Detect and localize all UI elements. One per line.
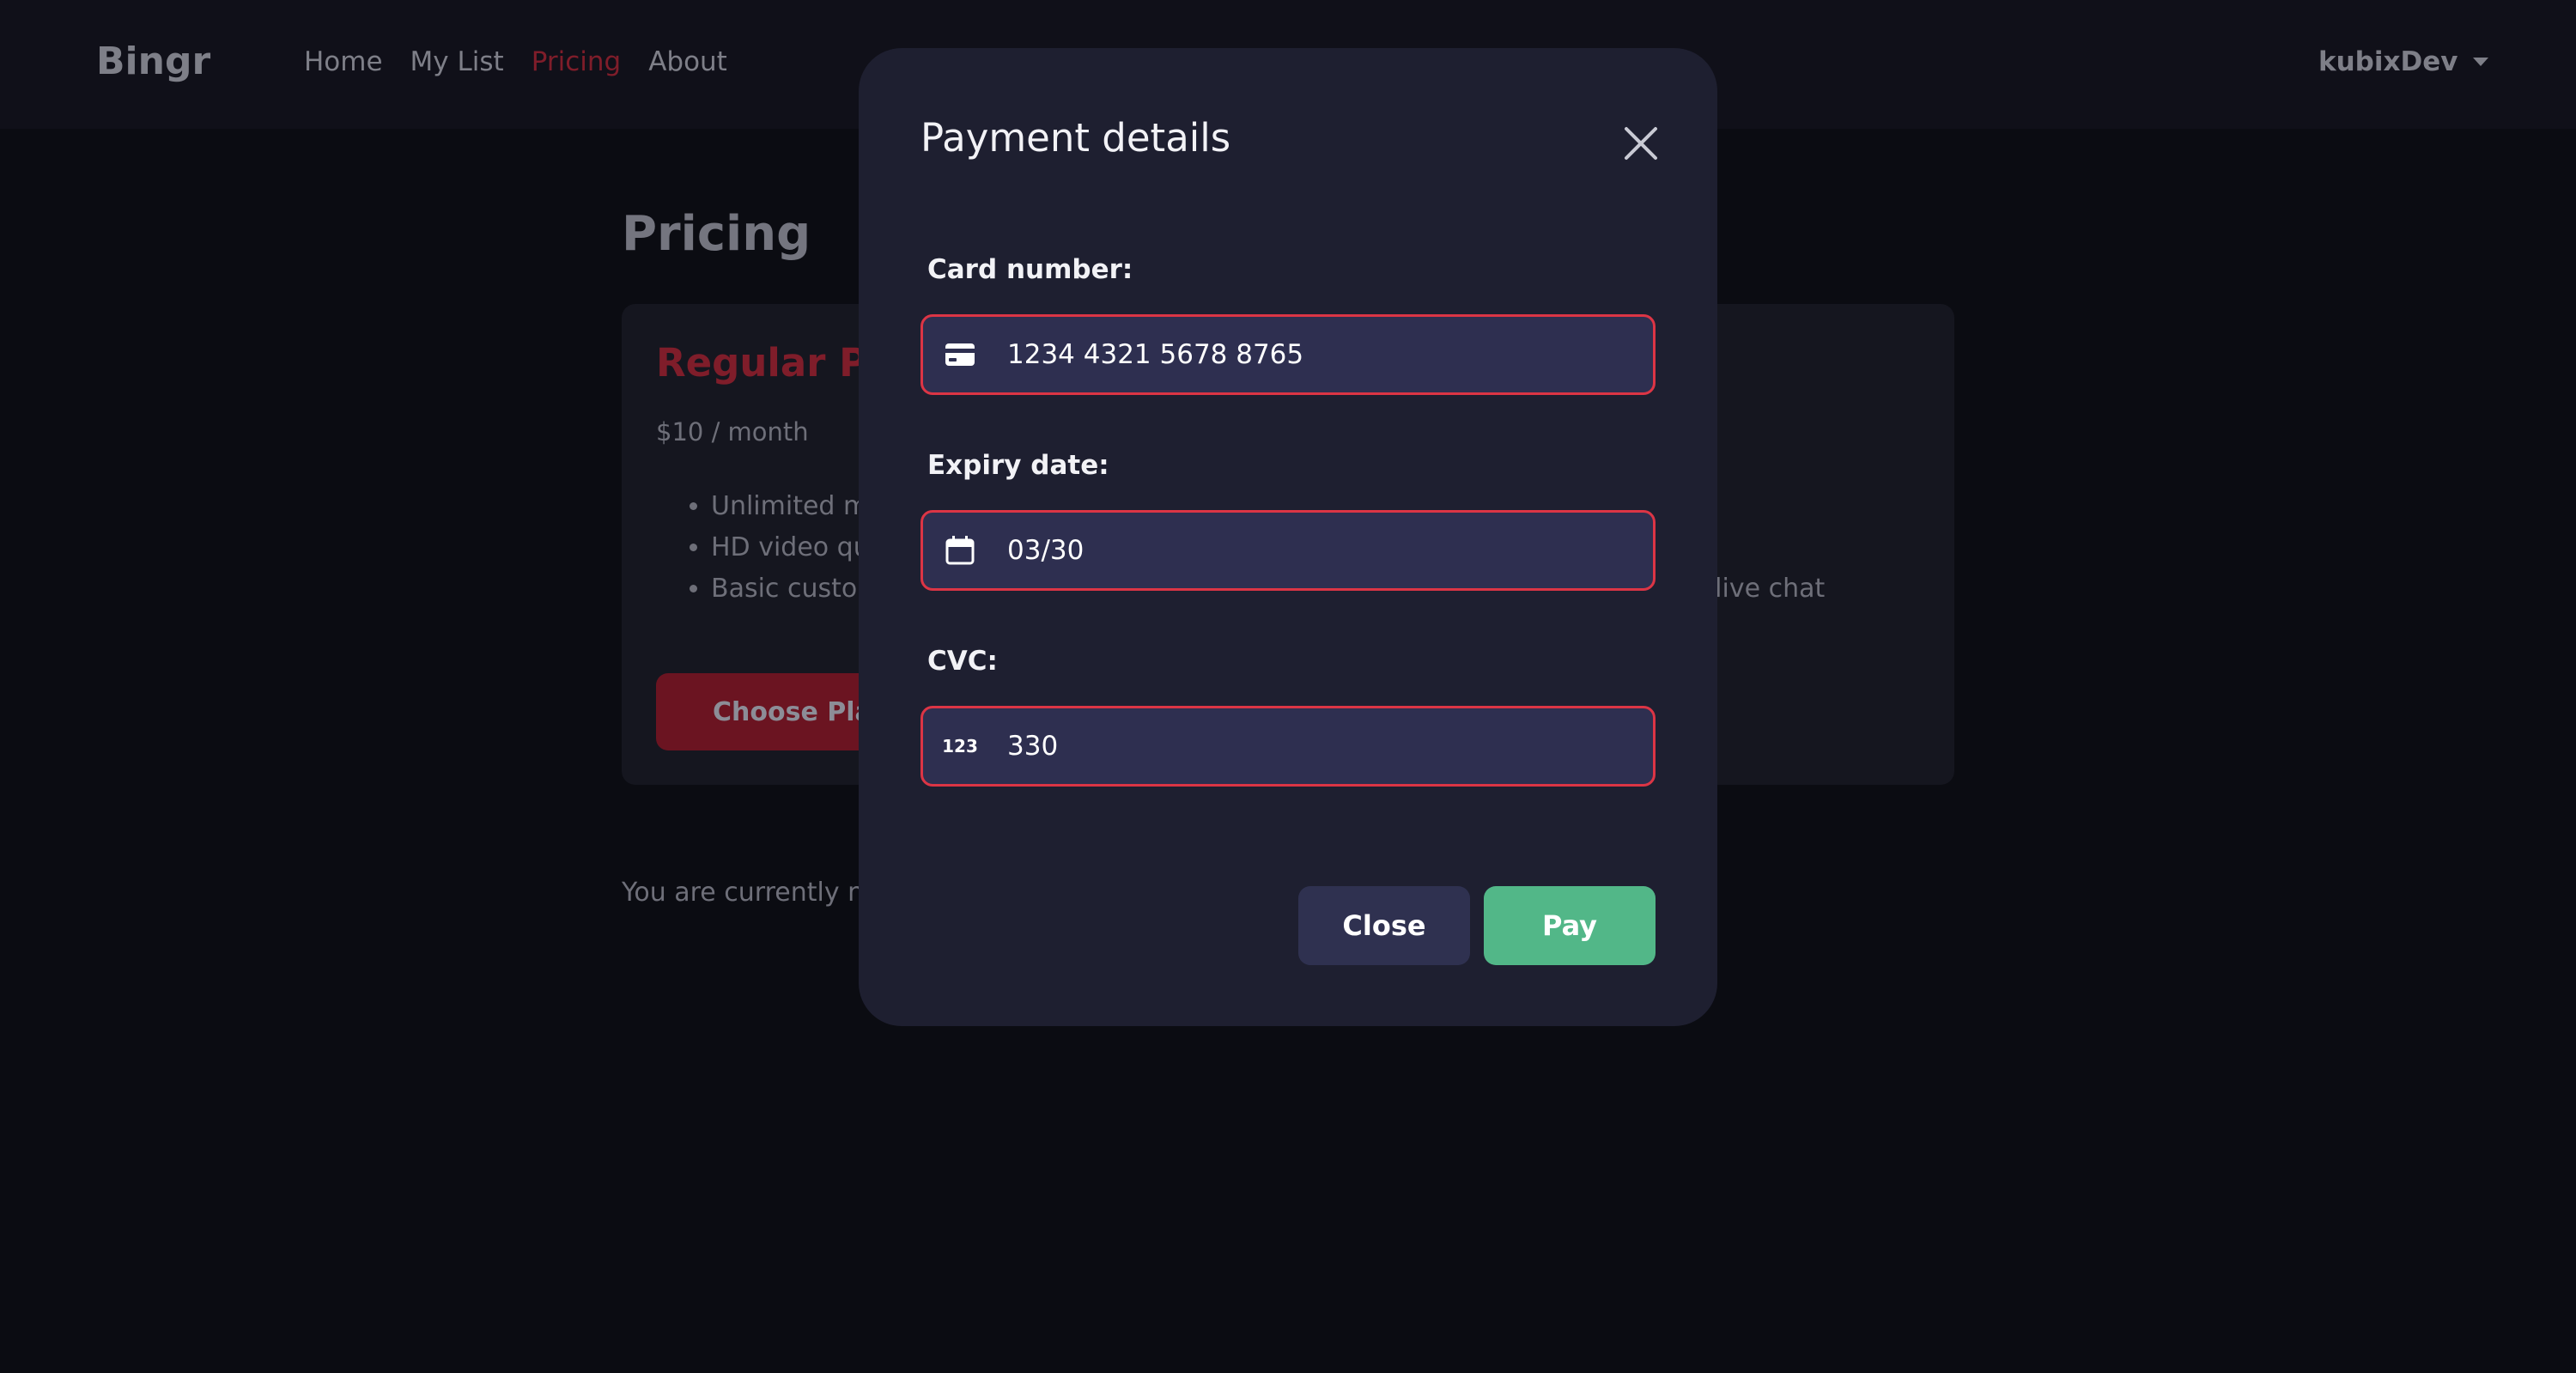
cvc-field[interactable]: 123 [920,706,1656,787]
pay-button[interactable]: Pay [1484,886,1656,965]
nav-link-home[interactable]: Home [304,46,383,77]
card-number-field[interactable] [920,314,1656,395]
card-number-input[interactable] [997,339,1653,370]
expiry-date-field[interactable] [920,510,1656,591]
plan-price: $10 / month [656,417,809,447]
close-button[interactable]: Close [1298,886,1470,965]
expiry-date-input[interactable] [997,535,1653,566]
cvc-label: CVC: [927,646,998,677]
feature-item: Unlimited m [711,486,873,527]
numeric-icon-text: 123 [942,736,978,756]
calendar-icon [923,536,997,565]
brand-logo[interactable]: Bingr [96,39,210,83]
modal-title: Payment details [920,115,1231,161]
nav-link-pricing[interactable]: Pricing [532,46,622,77]
feature-item: HD video qu [711,527,873,568]
username: kubixDev [2318,46,2458,77]
numeric-123-icon: 123 [923,736,997,756]
feature-item: Basic custon [711,568,873,610]
nav-link-about[interactable]: About [648,46,727,77]
user-menu[interactable]: kubixDev [2318,46,2489,77]
subscription-status: You are currently no [622,878,880,908]
credit-card-icon [923,343,997,366]
cvc-input[interactable] [997,731,1653,762]
nav-link-my-list[interactable]: My List [410,46,504,77]
close-icon[interactable] [1623,125,1659,161]
payment-modal: Payment details Card number: Expiry date… [859,48,1717,1026]
caret-down-icon [2473,58,2489,66]
page-title: Pricing [622,206,811,262]
card-number-label: Card number: [927,254,1133,285]
expiry-date-label: Expiry date: [927,450,1109,481]
feature-list: Unlimited m HD video qu Basic custon [656,486,873,610]
nav-links: Home My List Pricing About [304,46,727,77]
